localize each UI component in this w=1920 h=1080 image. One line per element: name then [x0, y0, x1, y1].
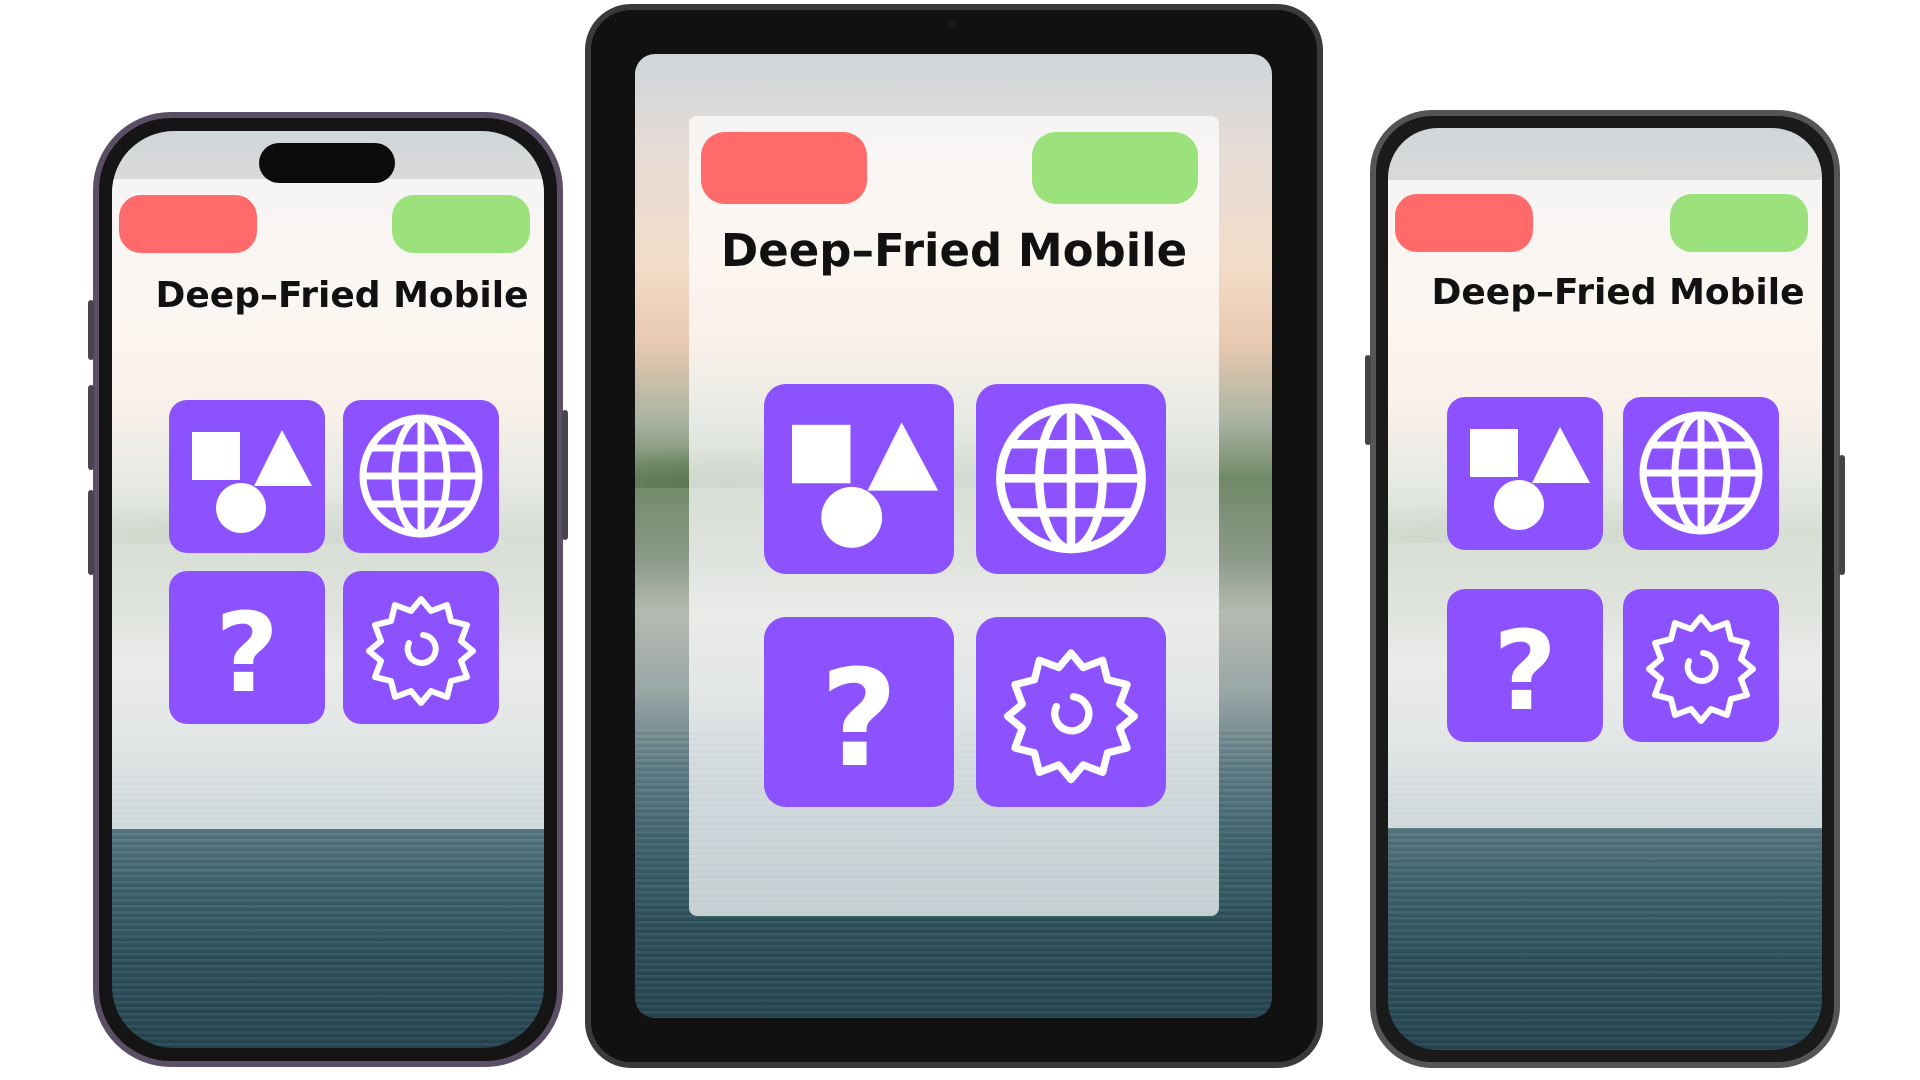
phone-left-tile-help[interactable]: ?	[169, 571, 325, 724]
tablet-green-button[interactable]	[1032, 132, 1198, 204]
phone-right-red-button[interactable]	[1395, 194, 1533, 252]
tablet-title: Deep–Fried Mobile	[720, 224, 1188, 277]
phone-right-power	[1839, 455, 1845, 575]
svg-text:?: ?	[820, 641, 898, 797]
phone-left-screen: Deep–Fried Mobile ?	[112, 131, 544, 1048]
phone-left-title: Deep–Fried Mobile	[155, 275, 529, 316]
phone-right-volume	[1365, 355, 1371, 445]
phone-right-screen: Deep–Fried Mobile ?	[1388, 128, 1822, 1050]
gear-icon	[1646, 614, 1756, 724]
svg-text:?: ?	[1493, 607, 1557, 735]
phone-right-tile-settings[interactable]	[1623, 589, 1779, 742]
shapes-icon	[192, 430, 312, 533]
question-icon: ?	[215, 589, 279, 717]
phone-right-overlay-panel: Deep–Fried Mobile ?	[1388, 180, 1822, 828]
phone-right-tile-help[interactable]: ?	[1447, 589, 1603, 742]
phone-left-tile-globe[interactable]	[343, 400, 499, 553]
phone-left-power	[562, 410, 568, 540]
question-icon: ?	[1493, 607, 1557, 735]
question-icon: ?	[820, 641, 898, 797]
globe-icon	[1639, 411, 1763, 535]
phone-right-title: Deep–Fried Mobile	[1431, 272, 1805, 313]
svg-text:?: ?	[215, 589, 279, 717]
phone-left-overlay-panel: Deep–Fried Mobile ?	[112, 179, 544, 829]
phone-left-volume-down	[88, 490, 94, 575]
phone-left-tile-shapes[interactable]	[169, 400, 325, 553]
phone-left-dynamic-island	[259, 143, 395, 183]
tablet-red-button[interactable]	[701, 132, 867, 204]
phone-right-tile-shapes[interactable]	[1447, 397, 1603, 550]
phone-right-tile-globe[interactable]	[1623, 397, 1779, 550]
shapes-icon	[792, 422, 939, 548]
globe-icon	[996, 403, 1146, 554]
phone-left-volume-up	[88, 385, 94, 470]
tablet-tile-settings[interactable]	[976, 617, 1166, 807]
shapes-icon	[1470, 427, 1590, 530]
gear-icon	[366, 596, 476, 706]
phone-left-side-button	[88, 300, 94, 360]
phone-left-red-button[interactable]	[119, 195, 257, 253]
tablet-center-screen: Deep–Fried Mobile ?	[635, 54, 1272, 1018]
tablet-camera	[948, 20, 956, 28]
phone-left-tile-settings[interactable]	[343, 571, 499, 724]
gear-icon	[1004, 649, 1138, 784]
tablet-tile-shapes[interactable]	[764, 384, 954, 574]
phone-left-green-button[interactable]	[392, 195, 530, 253]
globe-icon	[359, 414, 483, 538]
tablet-tile-help[interactable]: ?	[764, 617, 954, 807]
tablet-tile-globe[interactable]	[976, 384, 1166, 574]
tablet-overlay-panel: Deep–Fried Mobile ?	[689, 116, 1219, 916]
phone-right-green-button[interactable]	[1670, 194, 1808, 252]
device-mockup-stage: Deep–Fried Mobile ? Deep–Fried Mobile ? …	[0, 0, 1920, 1080]
